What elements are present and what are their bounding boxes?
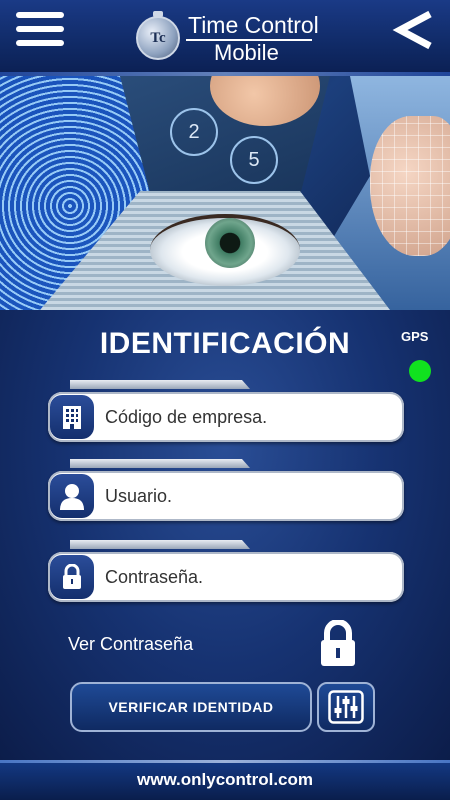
app-footer: www.onlycontrol.com: [0, 760, 450, 800]
padlock-icon: [321, 619, 355, 666]
app-header: Tc Time Control Mobile: [0, 0, 450, 76]
field-tab: [70, 459, 250, 468]
password-group: Contraseña.: [48, 540, 404, 602]
menu-line: [16, 40, 64, 46]
gps-status-indicator: [409, 360, 431, 382]
username-placeholder: Usuario.: [105, 486, 173, 506]
username-group: Usuario.: [48, 459, 404, 521]
logo-title: Time Control: [188, 12, 319, 38]
chevron-left-icon: [392, 10, 432, 50]
identification-form: IDENTIFICACIÓN GPS Código de empresa. Us…: [0, 310, 450, 760]
field-tab: [70, 540, 250, 549]
company-code-group: Código de empresa.: [48, 380, 404, 442]
settings-button[interactable]: [317, 682, 375, 732]
show-password-label: Ver Contraseña: [68, 634, 194, 654]
biometric-banner: 2 5: [0, 76, 450, 310]
gps-label: GPS: [401, 329, 429, 344]
back-button[interactable]: [390, 10, 436, 50]
lock-icon: [50, 555, 94, 599]
logo-subtitle: Mobile: [214, 40, 279, 65]
page-title: IDENTIFICACIÓN: [99, 327, 351, 360]
website-link[interactable]: www.onlycontrol.com: [0, 760, 450, 800]
username-input[interactable]: Usuario.: [48, 471, 404, 521]
user-icon: [50, 474, 94, 518]
stopwatch-logo-icon: Tc: [136, 11, 180, 60]
show-password-toggle[interactable]: [318, 619, 358, 668]
building-icon: [50, 395, 94, 439]
menu-button[interactable]: [16, 12, 64, 46]
face-mesh-overlay: [370, 116, 450, 256]
field-tab: [70, 380, 250, 389]
company-code-placeholder: Código de empresa.: [105, 407, 268, 427]
keypad-key: 5: [230, 136, 278, 184]
password-placeholder: Contraseña.: [105, 567, 204, 587]
app-logo: Tc Time Control Mobile: [136, 8, 326, 68]
menu-line: [16, 12, 64, 18]
password-input[interactable]: Contraseña.: [48, 552, 404, 602]
keypad-key: 2: [170, 108, 218, 156]
menu-line: [16, 26, 64, 32]
company-code-input[interactable]: Código de empresa.: [48, 392, 404, 442]
iris-image: [205, 218, 255, 268]
verify-identity-button[interactable]: VERIFICAR IDENTIDAD: [70, 682, 312, 732]
sliders-icon: [328, 690, 364, 724]
